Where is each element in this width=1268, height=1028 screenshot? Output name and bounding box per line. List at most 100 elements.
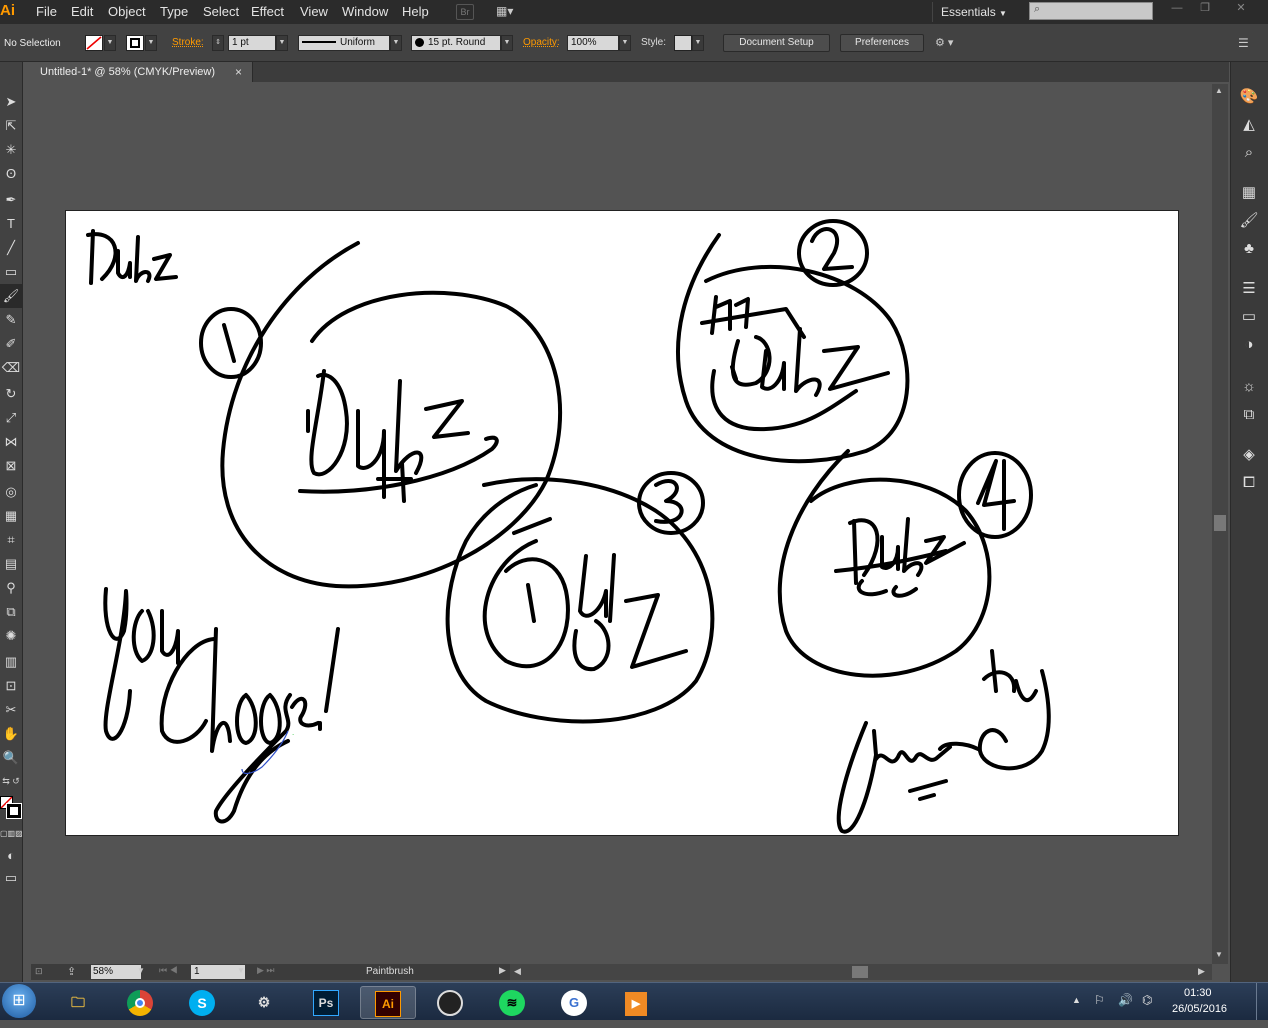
color-panel-icon[interactable]: 🎨 [1236,86,1262,108]
snipping-taskbar-icon[interactable]: G [546,986,602,1019]
shape-builder-tool-icon[interactable]: ◎ [0,480,22,504]
mesh-tool-icon[interactable]: ⌗ [0,528,22,552]
scroll-up-icon[interactable]: ▲ [1215,86,1223,95]
transform-options-icon[interactable]: ⚙ ▾ [935,36,965,52]
share-icon[interactable]: ⇪ [67,965,76,978]
vertical-scrollbar[interactable]: ▲ ▼ [1212,84,1228,964]
profile-dropdown[interactable]: ▼ [390,35,402,51]
menu-object[interactable]: Object [108,4,146,19]
action-center-icon[interactable]: ⚐ [1094,993,1105,1007]
stroke-swatch[interactable] [126,35,144,51]
variable-width-profile[interactable]: Uniform [298,35,390,51]
gradient-panel-icon[interactable]: ▭ [1236,306,1262,328]
panel-menu-icon[interactable]: ☰ [1238,36,1254,52]
kuler-panel-icon[interactable]: ⌕ [1236,142,1262,164]
drawing-mode-icon[interactable]: ◐ [0,844,22,868]
menu-window[interactable]: Window [342,4,388,19]
zoom-dropdown-icon[interactable]: ▼ [137,966,145,975]
lasso-tool-icon[interactable]: ʘ [0,162,22,186]
zoom-tool-icon[interactable]: 🔍 [0,746,22,770]
menu-select[interactable]: Select [203,4,239,19]
swap-fill-stroke-icon[interactable]: ⇆ ↺ [0,776,22,790]
workspace-switcher[interactable]: Essentials ▼ [932,2,1012,22]
opacity-dropdown[interactable]: ▼ [619,35,631,51]
clock-time[interactable]: 01:30 [1184,987,1212,999]
stroke-weight-field[interactable]: 1 pt [228,35,276,51]
stroke-weight-dropdown[interactable]: ▼ [276,35,288,51]
close-window-button[interactable]: ✕ [1230,2,1252,14]
color-guide-panel-icon[interactable]: ◭ [1236,114,1262,136]
swatches-panel-icon[interactable]: ▦ [1236,182,1262,204]
skype-taskbar-icon[interactable]: S [174,986,230,1019]
restore-button[interactable]: ❐ [1194,2,1216,14]
brush-dropdown[interactable]: ▼ [501,35,513,51]
menu-view[interactable]: View [300,4,328,19]
artboards-panel-icon[interactable]: ⧠ [1236,472,1262,494]
artboard-tool-icon[interactable]: ⊡ [0,674,22,698]
artboard-next-icons[interactable]: ▶ ⏭ [257,965,275,976]
document-tab[interactable]: Untitled-1* @ 58% (CMYK/Preview) × [31,62,253,82]
eyedropper-tool-icon[interactable]: ⚲ [0,576,22,600]
zoom-field[interactable]: 58% [91,965,141,979]
start-button[interactable]: ⊞ [2,984,36,1018]
bridge-button[interactable]: Br [456,4,474,20]
stroke-panel-icon[interactable]: ☰ [1236,278,1262,300]
type-tool-icon[interactable]: T [0,212,22,236]
volume-icon[interactable]: 🔊 [1118,993,1133,1007]
menu-file[interactable]: File [36,4,57,19]
show-desktop-button[interactable] [1256,983,1268,1020]
stroke-stepper[interactable]: ⇕ [212,35,224,51]
photoshop-taskbar-icon[interactable]: Ps [298,986,354,1019]
graphic-style-swatch[interactable] [674,35,692,51]
horizontal-scroll-thumb[interactable] [852,966,868,978]
paintbrush-tool-icon[interactable]: 🖌 [0,284,22,308]
blob-brush-tool-icon[interactable]: ✐ [0,332,22,356]
direct-selection-tool-icon[interactable]: ⇱ [0,114,22,138]
layers-panel-icon[interactable]: ◈ [1236,444,1262,466]
symbols-panel-icon[interactable]: ♣ [1236,238,1262,260]
pencil-tool-icon[interactable]: ✎ [0,308,22,332]
menu-effect[interactable]: Effect [251,4,284,19]
opacity-label[interactable]: Opacity: [523,37,560,48]
color-mode-icons[interactable]: ▢▥▨ [0,829,23,839]
appearance-panel-icon[interactable]: ☼ [1236,376,1262,398]
search-input[interactable]: ⌕ [1029,2,1153,20]
spotify-taskbar-icon[interactable]: ≋ [484,986,540,1019]
fill-dropdown[interactable]: ▼ [104,35,116,51]
style-dropdown[interactable]: ▼ [692,35,704,51]
scroll-right-icon[interactable]: ▶ [1198,966,1205,977]
stroke-color-box[interactable] [6,803,22,819]
arrange-documents-icon[interactable]: ▦▾ [496,4,524,20]
network-icon[interactable]: ⌬ [1142,993,1152,1007]
perspective-grid-tool-icon[interactable]: ▦ [0,504,22,528]
transparency-panel-icon[interactable]: ◑ [1236,334,1262,356]
explorer-taskbar-icon[interactable]: 🗀 [50,986,106,1019]
free-transform-tool-icon[interactable]: ⊠ [0,454,22,478]
minimize-button[interactable]: — [1166,2,1188,14]
eraser-tool-icon[interactable]: ⌫ [0,356,22,380]
scale-tool-icon[interactable]: ⤢ [0,406,22,430]
steam-taskbar-icon[interactable]: ⚙ [236,986,292,1019]
illustrator-taskbar-icon[interactable]: Ai [360,986,416,1019]
graphic-styles-panel-icon[interactable]: ⧉ [1236,404,1262,426]
gradient-tool-icon[interactable]: ▤ [0,552,22,576]
close-tab-icon[interactable]: × [235,65,242,79]
scroll-down-icon[interactable]: ▼ [1215,950,1223,959]
brush-definition[interactable]: 15 pt. Round [411,35,501,51]
artboard[interactable]: . [65,210,1179,836]
rectangle-tool-icon[interactable]: ▭ [0,260,22,284]
pen-tool-icon[interactable]: ✒ [0,188,22,212]
fill-swatch[interactable] [85,35,103,51]
column-graph-tool-icon[interactable]: ▥ [0,650,22,674]
chrome-taskbar-icon[interactable] [112,986,168,1019]
slice-tool-icon[interactable]: ✂ [0,698,22,722]
menu-type[interactable]: Type [160,4,188,19]
screen-mode-icon[interactable]: ▭ [0,866,22,890]
magic-wand-tool-icon[interactable]: ✳ [0,138,22,162]
stroke-label[interactable]: Stroke: [172,37,204,48]
symbol-sprayer-tool-icon[interactable]: ✺ [0,624,22,648]
width-tool-icon[interactable]: ⋈ [0,430,22,454]
artboard-dropdown-icon[interactable]: ▼ [237,966,245,975]
artboard-prev-icons[interactable]: ⏮ ◀ [159,965,178,976]
brushes-panel-icon[interactable]: 🖌 [1236,210,1262,232]
